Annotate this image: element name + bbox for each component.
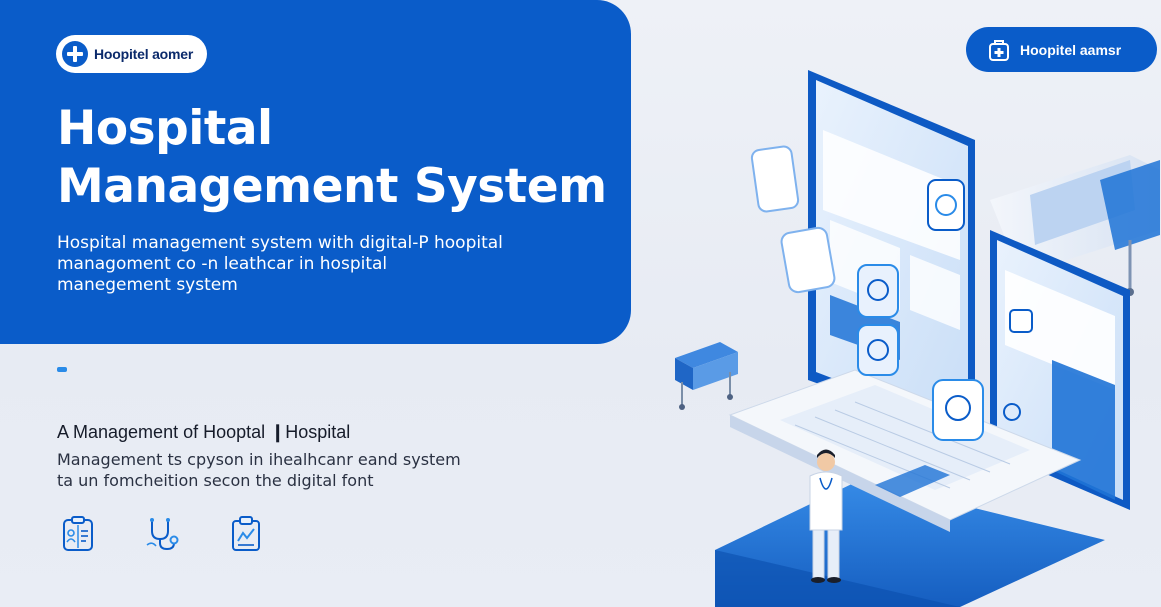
top-badge-label: Hoopitel aamsr xyxy=(1020,41,1122,58)
section-body-line-2: ta un fomcheition secon the digital font xyxy=(57,471,374,490)
subtitle-line-1: Hospital management system with digital-… xyxy=(57,233,503,253)
accent-dash xyxy=(57,367,67,372)
medical-cart xyxy=(675,342,738,410)
section-body-line-1: Management ts cpyson in ihealhcanr eand … xyxy=(57,450,461,469)
page-title: Hospital Management System xyxy=(57,100,607,216)
hero-panel: Hoopitel aomer Hospital Management Syste… xyxy=(0,0,631,344)
brand-label: Hoopitel aomer xyxy=(94,46,194,62)
hero-subtitle: Hospital management system with digital-… xyxy=(57,233,577,296)
medical-kit-icon xyxy=(989,39,1009,61)
subtitle-line-3: manegement system xyxy=(57,275,238,295)
subtitle-line-2: managoment co -n leathcar in hospital xyxy=(57,254,388,274)
section-title: A Management of Hooptal ❙Hospital xyxy=(57,422,351,442)
feature-icon-row xyxy=(60,515,264,553)
title-line-2: Management System xyxy=(57,159,607,214)
section-body: Management ts cpyson in ihealhcanr eand … xyxy=(57,449,517,491)
patient-record-icon[interactable] xyxy=(60,515,96,553)
hospital-system-illustration xyxy=(675,70,1160,607)
clipboard-icon[interactable] xyxy=(228,515,264,553)
brand-badge[interactable]: Hoopitel aomer xyxy=(56,35,208,73)
title-line-1: Hospital xyxy=(57,101,273,156)
stethoscope-icon[interactable] xyxy=(144,515,180,553)
plus-cross-icon xyxy=(62,41,88,67)
